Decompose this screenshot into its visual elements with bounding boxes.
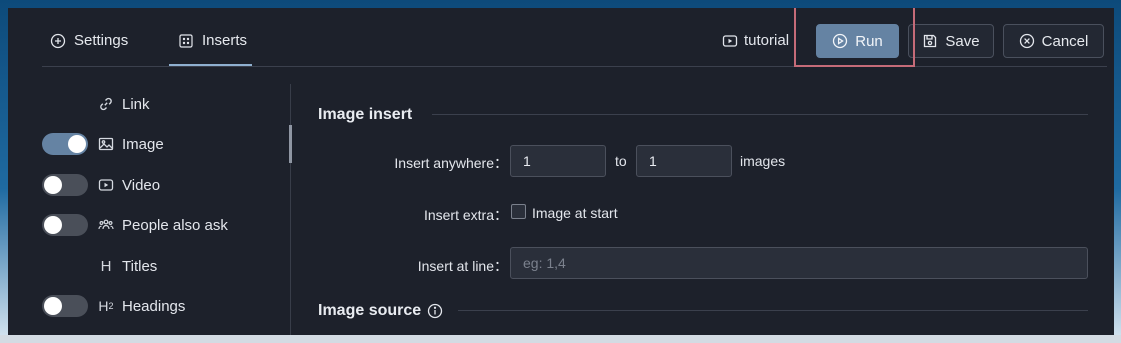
sidebar-item-label: Headings [122, 297, 186, 315]
sidebar-item-label: Link [122, 95, 150, 113]
sidebar-item-video[interactable]: Video [42, 173, 160, 197]
tutorial-link[interactable]: tutorial [722, 32, 789, 49]
image-toggle[interactable] [42, 133, 88, 155]
image-icon [98, 136, 114, 152]
insert-anywhere-from-input[interactable] [510, 145, 606, 177]
plus-circle-icon [50, 33, 66, 48]
heading-h-icon: H [100, 257, 112, 275]
run-highlight-box [794, 8, 915, 67]
image-at-start-label[interactable]: Image at start [532, 205, 618, 221]
window-bottom-edge [0, 335, 1121, 343]
video-icon [722, 34, 738, 47]
insert-at-line-input[interactable] [510, 247, 1088, 279]
sidebar-item-link[interactable]: Link [42, 92, 150, 116]
sidebar-item-label: Video [122, 176, 161, 194]
dotted-square-icon [179, 33, 193, 48]
sidebar-item-people-also-ask[interactable]: People also ask [42, 213, 228, 237]
sidebar-item-label: People also ask [122, 216, 228, 234]
cancel-label: Cancel [1041, 32, 1089, 50]
people-also-ask-toggle[interactable] [42, 214, 88, 236]
section-divider [432, 114, 1088, 115]
sidebar-item-image[interactable]: Image [42, 132, 164, 156]
link-icon [98, 96, 114, 112]
headings-toggle[interactable] [42, 295, 88, 317]
sidebar-item-label: Image [122, 135, 164, 153]
image-source-title: Image source [318, 302, 443, 320]
insert-anywhere-label: Insert anywhere： [394, 155, 508, 171]
images-label: images [740, 153, 786, 169]
sidebar-active-indicator [289, 125, 292, 163]
section-divider [458, 310, 1088, 311]
tab-settings[interactable]: Settings [50, 32, 128, 49]
close-circle-icon [1019, 33, 1034, 49]
sidebar-item-headings[interactable]: H2 Headings [42, 294, 185, 318]
video-toggle[interactable] [42, 174, 88, 196]
cancel-button[interactable]: Cancel [1003, 24, 1104, 58]
insert-at-line-label: Insert at line： [417, 258, 508, 274]
insert-anywhere-to-input[interactable] [636, 145, 732, 177]
save-button[interactable]: Save [908, 24, 994, 58]
people-icon [98, 217, 114, 233]
save-label: Save [945, 32, 980, 50]
tab-inserts[interactable]: Inserts [178, 32, 247, 49]
heading-h2-icon: H2 [98, 298, 114, 314]
sidebar-item-titles[interactable]: H Titles [42, 254, 158, 278]
to-label: to [615, 153, 627, 169]
inserts-dialog: Settings Inserts tutorial Run Save Cance… [8, 8, 1114, 335]
tab-settings-label: Settings [74, 32, 129, 49]
image-at-start-checkbox[interactable] [511, 204, 526, 219]
tab-inserts-label: Inserts [202, 32, 248, 49]
tutorial-label: tutorial [744, 32, 790, 49]
image-insert-title: Image insert [318, 106, 413, 123]
insert-extra-label: Insert extra： [423, 207, 508, 223]
video-icon [98, 177, 114, 193]
sidebar-item-label: Titles [122, 257, 158, 275]
sidebar-divider [290, 84, 291, 335]
header-divider [42, 66, 1107, 67]
floppy-disk-icon [924, 34, 937, 48]
info-icon[interactable] [427, 303, 443, 319]
